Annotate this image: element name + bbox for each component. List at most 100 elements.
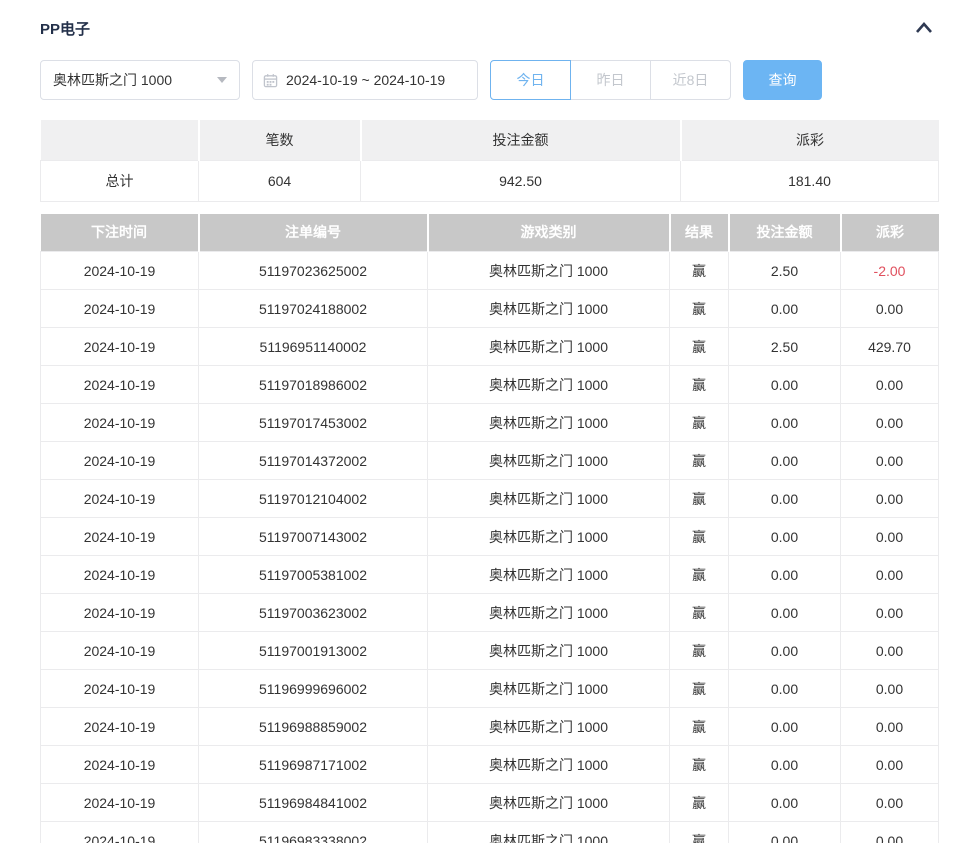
- table-row: 2024-10-19 51197023625002 奥林匹斯之门 1000 赢 …: [41, 252, 939, 290]
- order-number-cell: 51197001913002: [199, 632, 428, 670]
- result-cell: 赢: [670, 442, 729, 480]
- bet-amount-cell: 0.00: [729, 708, 841, 746]
- col-header-payout: 派彩: [841, 214, 939, 252]
- result-cell: 赢: [670, 746, 729, 784]
- col-header-order-number: 注单编号: [199, 214, 428, 252]
- summary-header-count: 笔数: [199, 120, 361, 160]
- table-row: 2024-10-19 51196999696002 奥林匹斯之门 1000 赢 …: [41, 670, 939, 708]
- result-cell: 赢: [670, 480, 729, 518]
- result-cell: 赢: [670, 290, 729, 328]
- game-category-cell: 奥林匹斯之门 1000: [428, 442, 670, 480]
- result-cell: 赢: [670, 328, 729, 366]
- payout-cell: 0.00: [841, 480, 939, 518]
- col-header-game-category: 游戏类别: [428, 214, 670, 252]
- order-number-cell: 51196983338002: [199, 822, 428, 843]
- chevron-down-icon: [217, 77, 227, 83]
- bet-time-cell: 2024-10-19: [41, 518, 199, 556]
- result-cell: 赢: [670, 252, 729, 290]
- today-button[interactable]: 今日: [490, 60, 571, 100]
- bet-time-cell: 2024-10-19: [41, 784, 199, 822]
- order-number-cell: 51196988859002: [199, 708, 428, 746]
- bet-time-cell: 2024-10-19: [41, 822, 199, 843]
- game-category-cell: 奥林匹斯之门 1000: [428, 632, 670, 670]
- bet-time-cell: 2024-10-19: [41, 708, 199, 746]
- payout-cell: 0.00: [841, 556, 939, 594]
- col-header-result: 结果: [670, 214, 729, 252]
- table-row: 2024-10-19 51196988859002 奥林匹斯之门 1000 赢 …: [41, 708, 939, 746]
- bet-time-cell: 2024-10-19: [41, 594, 199, 632]
- table-row: 2024-10-19 51196951140002 奥林匹斯之门 1000 赢 …: [41, 328, 939, 366]
- table-row: 2024-10-19 51197017453002 奥林匹斯之门 1000 赢 …: [41, 404, 939, 442]
- yesterday-button[interactable]: 昨日: [570, 60, 651, 100]
- summary-total-label: 总计: [41, 160, 199, 201]
- payout-cell: 0.00: [841, 784, 939, 822]
- date-range-value: 2024-10-19 ~ 2024-10-19: [286, 72, 445, 88]
- payout-cell: 0.00: [841, 366, 939, 404]
- payout-cell: 0.00: [841, 670, 939, 708]
- result-cell: 赢: [670, 632, 729, 670]
- table-row: 2024-10-19 51197014372002 奥林匹斯之门 1000 赢 …: [41, 442, 939, 480]
- result-cell: 赢: [670, 784, 729, 822]
- summary-total-bet-amount: 942.50: [361, 160, 681, 201]
- summary-total-count: 604: [199, 160, 361, 201]
- summary-total-row: 总计 604 942.50 181.40: [41, 160, 939, 201]
- game-category-cell: 奥林匹斯之门 1000: [428, 784, 670, 822]
- result-cell: 赢: [670, 518, 729, 556]
- payout-cell: 429.70: [841, 328, 939, 366]
- payout-cell: 0.00: [841, 822, 939, 843]
- summary-header-bet-amount: 投注金额: [361, 120, 681, 160]
- bet-amount-cell: 0.00: [729, 404, 841, 442]
- summary-table: 笔数 投注金额 派彩 总计 604 942.50 181.40: [40, 120, 939, 202]
- order-number-cell: 51196984841002: [199, 784, 428, 822]
- game-category-cell: 奥林匹斯之门 1000: [428, 556, 670, 594]
- game-category-cell: 奥林匹斯之门 1000: [428, 822, 670, 843]
- last-8-days-button[interactable]: 近8日: [650, 60, 731, 100]
- bet-time-cell: 2024-10-19: [41, 404, 199, 442]
- query-button[interactable]: 查询: [743, 60, 822, 100]
- summary-header-row: 笔数 投注金额 派彩: [41, 120, 939, 160]
- bet-amount-cell: 0.00: [729, 594, 841, 632]
- bet-amount-cell: 0.00: [729, 784, 841, 822]
- panel-header: PP电子: [40, 16, 938, 40]
- game-select-value: 奥林匹斯之门 1000: [53, 70, 209, 90]
- bet-table-header-row: 下注时间 注单编号 游戏类别 结果 投注金额 派彩: [41, 214, 939, 252]
- order-number-cell: 51196999696002: [199, 670, 428, 708]
- result-cell: 赢: [670, 708, 729, 746]
- bet-amount-cell: 0.00: [729, 480, 841, 518]
- summary-header-payout: 派彩: [681, 120, 939, 160]
- bet-time-cell: 2024-10-19: [41, 252, 199, 290]
- game-category-cell: 奥林匹斯之门 1000: [428, 670, 670, 708]
- game-category-cell: 奥林匹斯之门 1000: [428, 366, 670, 404]
- payout-cell: 0.00: [841, 594, 939, 632]
- order-number-cell: 51196951140002: [199, 328, 428, 366]
- bet-time-cell: 2024-10-19: [41, 632, 199, 670]
- bet-time-cell: 2024-10-19: [41, 442, 199, 480]
- bet-amount-cell: 2.50: [729, 328, 841, 366]
- bet-time-cell: 2024-10-19: [41, 480, 199, 518]
- table-row: 2024-10-19 51197012104002 奥林匹斯之门 1000 赢 …: [41, 480, 939, 518]
- calendar-icon: [263, 73, 278, 88]
- payout-cell: 0.00: [841, 290, 939, 328]
- order-number-cell: 51197007143002: [199, 518, 428, 556]
- col-header-bet-time: 下注时间: [41, 214, 199, 252]
- order-number-cell: 51197014372002: [199, 442, 428, 480]
- col-header-bet-amount: 投注金额: [729, 214, 841, 252]
- date-range-input[interactable]: 2024-10-19 ~ 2024-10-19: [252, 60, 478, 100]
- game-category-cell: 奥林匹斯之门 1000: [428, 518, 670, 556]
- order-number-cell: 51197018986002: [199, 366, 428, 404]
- result-cell: 赢: [670, 404, 729, 442]
- filter-controls: 奥林匹斯之门 1000 2024-10-19 ~ 2024-10-19: [40, 60, 938, 100]
- bet-time-cell: 2024-10-19: [41, 290, 199, 328]
- order-number-cell: 51196987171002: [199, 746, 428, 784]
- summary-total-payout: 181.40: [681, 160, 939, 201]
- result-cell: 赢: [670, 670, 729, 708]
- result-cell: 赢: [670, 366, 729, 404]
- order-number-cell: 51197024188002: [199, 290, 428, 328]
- payout-cell: 0.00: [841, 442, 939, 480]
- bet-amount-cell: 0.00: [729, 518, 841, 556]
- game-select[interactable]: 奥林匹斯之门 1000: [40, 60, 240, 100]
- bet-time-cell: 2024-10-19: [41, 670, 199, 708]
- collapse-panel-button[interactable]: [910, 16, 938, 40]
- bet-time-cell: 2024-10-19: [41, 746, 199, 784]
- bet-records-table: 下注时间 注单编号 游戏类别 结果 投注金额 派彩 2024-10-19 511…: [40, 214, 939, 843]
